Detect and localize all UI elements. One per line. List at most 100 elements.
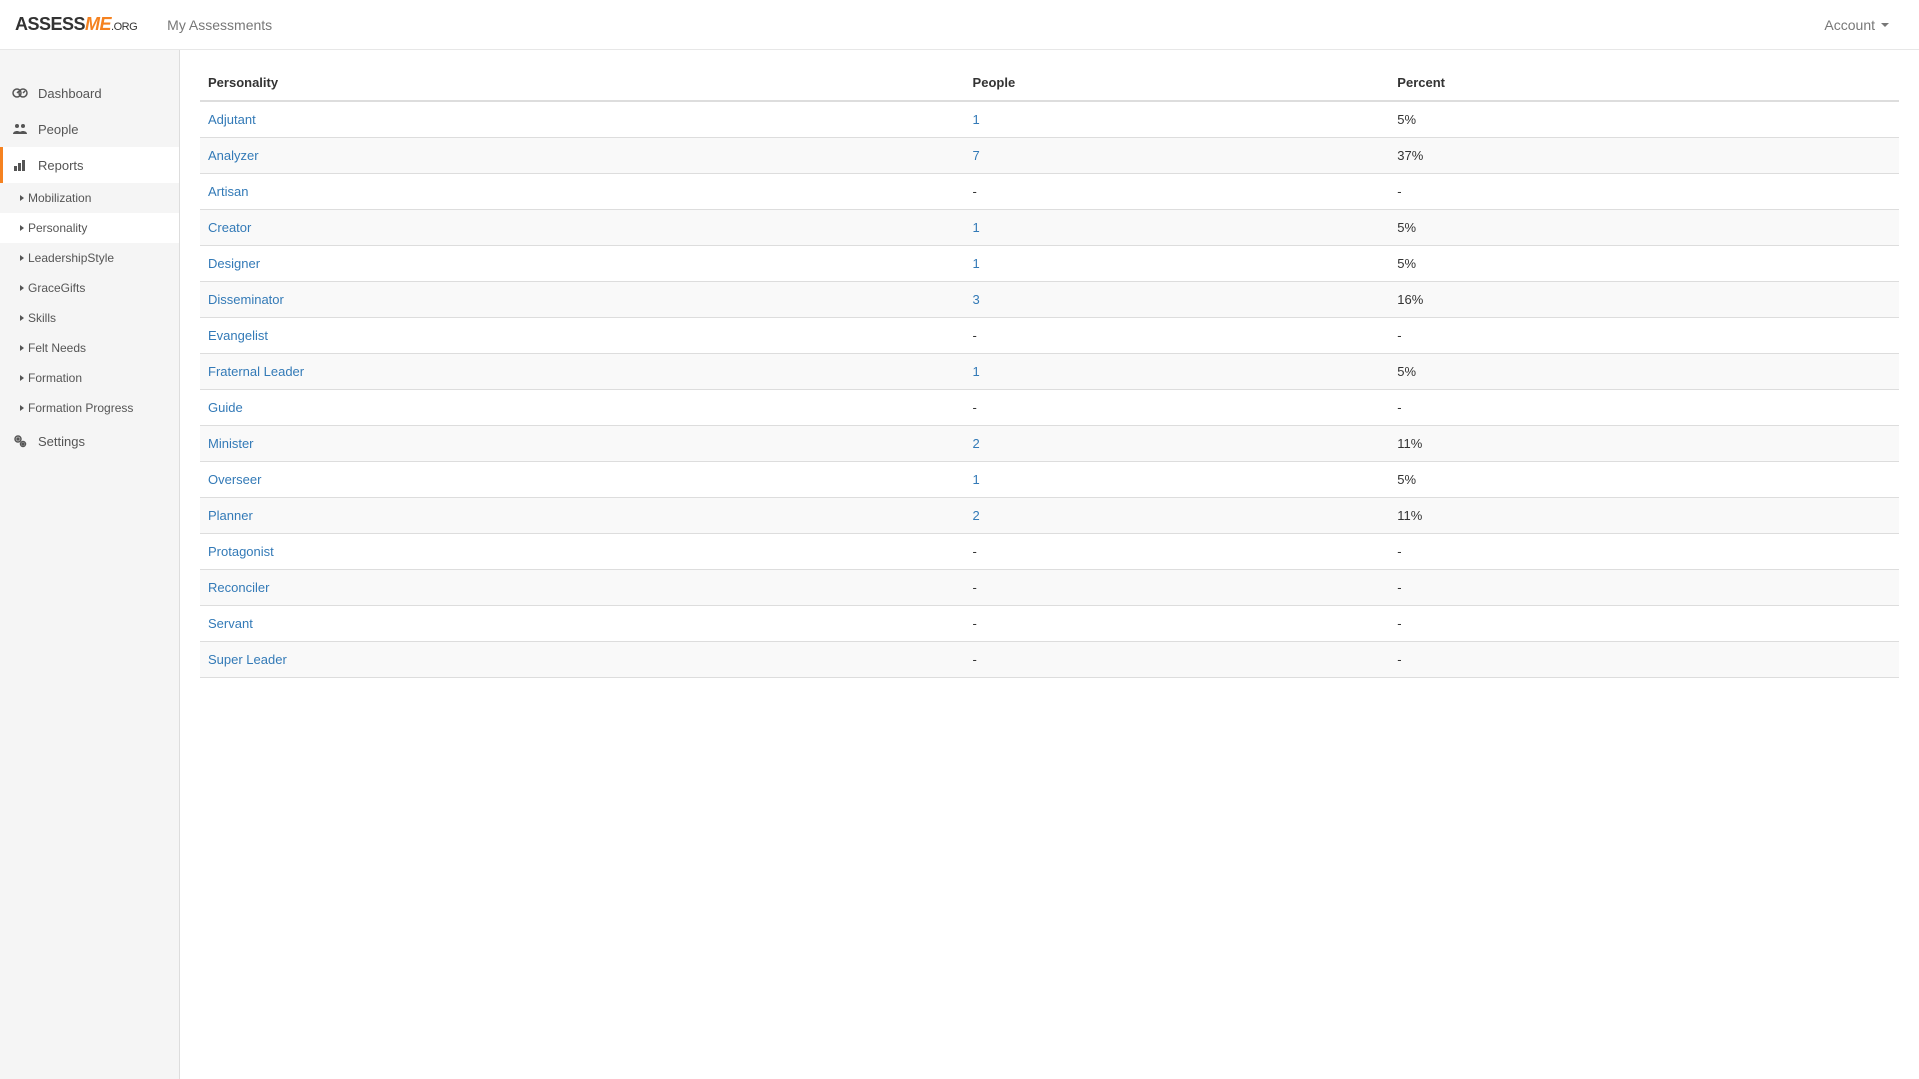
table-row: Protagonist -- <box>200 534 1899 570</box>
percent-value: 11% <box>1389 426 1899 462</box>
sidebar-sub-formationprogress[interactable]: Formation Progress <box>0 393 179 423</box>
sidebar: Dashboard People Reports Mobilization Pe… <box>0 50 180 1079</box>
chevron-right-icon <box>20 405 24 411</box>
sidebar-sub-label: Mobilization <box>28 191 91 205</box>
people-count: - <box>965 534 1390 570</box>
sidebar-sub-label: LeadershipStyle <box>28 251 114 265</box>
personality-link[interactable]: Fraternal Leader <box>208 364 304 379</box>
table-row: Fraternal Leader 1 5% <box>200 354 1899 390</box>
personality-link[interactable]: Super Leader <box>208 652 287 667</box>
table-row: Designer15% <box>200 246 1899 282</box>
sidebar-sub-label: Skills <box>28 311 56 325</box>
people-count: - <box>965 318 1390 354</box>
sidebar-item-label: People <box>38 122 78 137</box>
people-count: - <box>965 570 1390 606</box>
sidebar-sub-skills[interactable]: Skills <box>0 303 179 333</box>
personality-link[interactable]: Disseminator <box>208 292 284 307</box>
personality-link[interactable]: Designer <box>208 256 260 271</box>
sidebar-sub-label: Personality <box>28 221 87 235</box>
personality-link[interactable]: Protagonist <box>208 544 274 559</box>
percent-value: 37% <box>1389 138 1899 174</box>
caret-down-icon <box>1881 23 1889 27</box>
sidebar-sub-label: Formation Progress <box>28 401 133 415</box>
sidebar-item-people[interactable]: People <box>0 111 179 147</box>
sidebar-item-dashboard[interactable]: Dashboard <box>0 75 179 111</box>
table-row: Evangelist -- <box>200 318 1899 354</box>
th-people: People <box>965 65 1390 101</box>
personality-link[interactable]: Creator <box>208 220 251 235</box>
table-row: Artisan -- <box>200 174 1899 210</box>
chevron-right-icon <box>20 255 24 261</box>
people-count-link[interactable]: 1 <box>973 364 980 379</box>
table-row: Disseminator 3 16% <box>200 282 1899 318</box>
percent-value: - <box>1389 318 1899 354</box>
table-row: Guide-- <box>200 390 1899 426</box>
percent-value: - <box>1389 174 1899 210</box>
sidebar-item-label: Dashboard <box>38 86 102 101</box>
table-row: Analyzer 7 37% <box>200 138 1899 174</box>
account-label: Account <box>1824 17 1875 33</box>
percent-value: - <box>1389 606 1899 642</box>
percent-value: - <box>1389 390 1899 426</box>
personality-link[interactable]: Analyzer <box>208 148 259 163</box>
personality-link[interactable]: Guide <box>208 400 243 415</box>
table-row: Creator 1 5% <box>200 210 1899 246</box>
top-navbar: ASSESSME.ORG My Assessments Account <box>0 0 1919 50</box>
percent-value: - <box>1389 570 1899 606</box>
brand-logo[interactable]: ASSESSME.ORG <box>15 14 137 35</box>
people-count-link[interactable]: 1 <box>973 112 980 127</box>
personality-link[interactable]: Evangelist <box>208 328 268 343</box>
table-row: Servant-- <box>200 606 1899 642</box>
nav-my-assessments[interactable]: My Assessments <box>152 2 287 48</box>
percent-value: 16% <box>1389 282 1899 318</box>
personality-link[interactable]: Adjutant <box>208 112 256 127</box>
sidebar-sub-label: Felt Needs <box>28 341 86 355</box>
sidebar-sub-personality[interactable]: Personality <box>0 213 179 243</box>
logo-assess: ASSESS <box>15 14 85 34</box>
sidebar-sub-formation[interactable]: Formation <box>0 363 179 393</box>
personality-table: Personality People Percent Adjutant15%An… <box>200 65 1899 678</box>
people-count-link[interactable]: 2 <box>973 436 980 451</box>
personality-link[interactable]: Servant <box>208 616 253 631</box>
people-count-link[interactable]: 2 <box>973 508 980 523</box>
percent-value: 5% <box>1389 354 1899 390</box>
sidebar-sub-label: Formation <box>28 371 82 385</box>
percent-value: - <box>1389 534 1899 570</box>
personality-link[interactable]: Minister <box>208 436 254 451</box>
dashboard-icon <box>12 85 28 101</box>
th-percent: Percent <box>1389 65 1899 101</box>
people-count: - <box>965 642 1390 678</box>
sidebar-sub-mobilization[interactable]: Mobilization <box>0 183 179 213</box>
main-content: Personality People Percent Adjutant15%An… <box>180 50 1919 1079</box>
table-row: Planner211% <box>200 498 1899 534</box>
sidebar-sub-label: GraceGifts <box>28 281 85 295</box>
table-row: Adjutant 1 5% <box>200 101 1899 138</box>
sidebar-sub-leadershipstyle[interactable]: LeadershipStyle <box>0 243 179 273</box>
chevron-right-icon <box>20 375 24 381</box>
table-row: Super Leader -- <box>200 642 1899 678</box>
sidebar-item-reports[interactable]: Reports <box>0 147 179 183</box>
account-dropdown[interactable]: Account <box>1809 2 1904 48</box>
people-count-link[interactable]: 1 <box>973 256 980 271</box>
people-count-link[interactable]: 1 <box>973 220 980 235</box>
sidebar-item-settings[interactable]: Settings <box>0 423 179 459</box>
sidebar-sub-gracegifts[interactable]: GraceGifts <box>0 273 179 303</box>
personality-link[interactable]: Reconciler <box>208 580 269 595</box>
chevron-right-icon <box>20 315 24 321</box>
sidebar-item-label: Settings <box>38 434 85 449</box>
personality-link[interactable]: Artisan <box>208 184 248 199</box>
people-count: - <box>965 174 1390 210</box>
percent-value: 5% <box>1389 101 1899 138</box>
percent-value: 5% <box>1389 462 1899 498</box>
chevron-right-icon <box>20 345 24 351</box>
percent-value: - <box>1389 642 1899 678</box>
people-count-link[interactable]: 7 <box>973 148 980 163</box>
personality-link[interactable]: Planner <box>208 508 253 523</box>
personality-link[interactable]: Overseer <box>208 472 261 487</box>
people-icon <box>12 121 28 137</box>
percent-value: 5% <box>1389 210 1899 246</box>
logo-org: .ORG <box>111 21 137 33</box>
people-count-link[interactable]: 3 <box>973 292 980 307</box>
people-count-link[interactable]: 1 <box>973 472 980 487</box>
sidebar-sub-feltneeds[interactable]: Felt Needs <box>0 333 179 363</box>
